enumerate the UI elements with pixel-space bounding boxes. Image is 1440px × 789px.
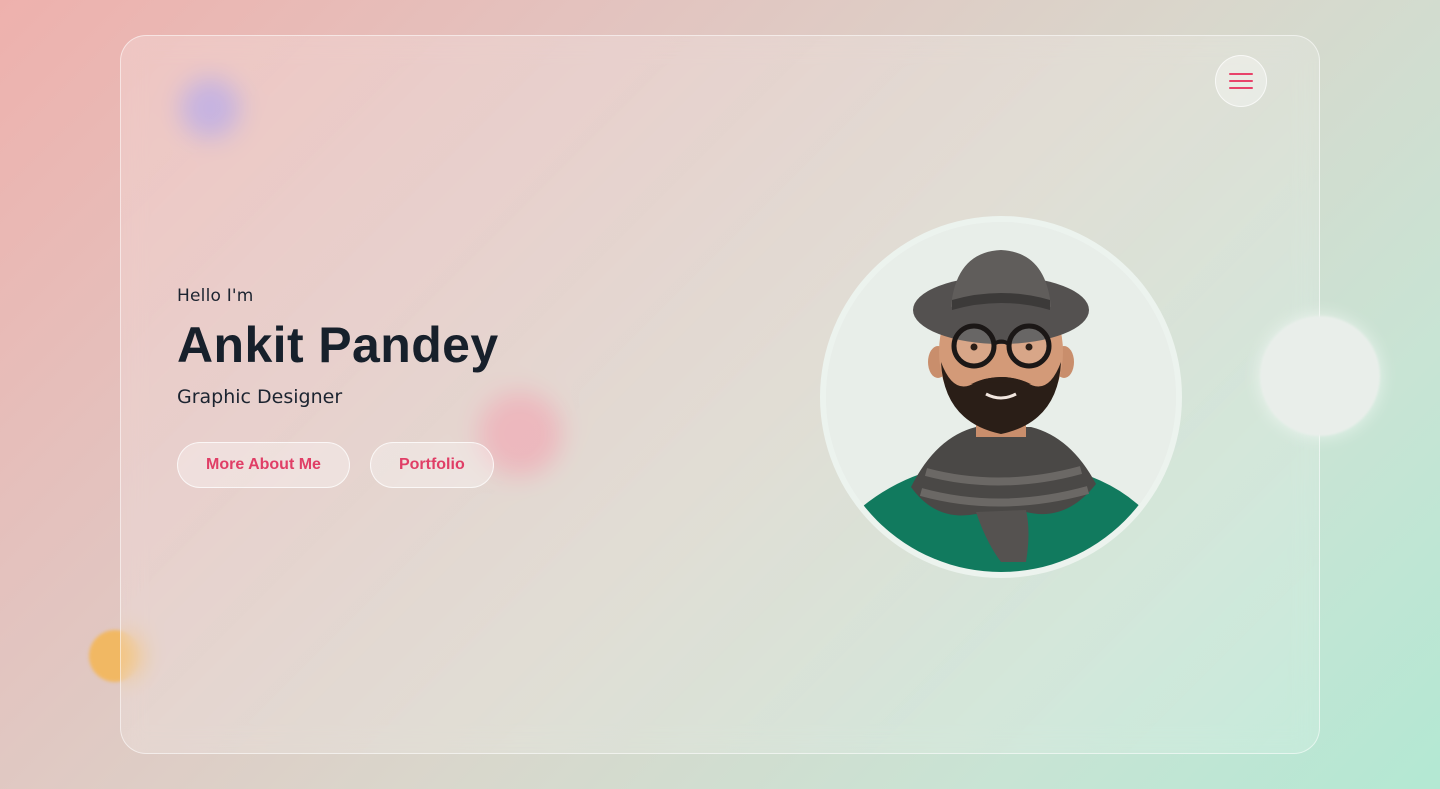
hamburger-menu-icon	[1229, 73, 1253, 75]
decorative-white-blob	[1260, 316, 1380, 436]
more-about-me-button[interactable]: More About Me	[177, 442, 350, 488]
profile-portrait-illustration	[826, 222, 1176, 572]
portfolio-button[interactable]: Portfolio	[369, 442, 494, 488]
person-name: Ankit Pandey	[177, 317, 499, 373]
profile-photo	[820, 216, 1182, 578]
greeting-text: Hello I'm	[177, 286, 254, 306]
hero-intro: Hello I'm Ankit Pandey Graphic Designer …	[177, 286, 499, 488]
hero-buttons: More About Me Portfolio	[177, 442, 499, 488]
glass-card: Hello I'm Ankit Pandey Graphic Designer …	[120, 35, 1320, 754]
job-title: Graphic Designer	[177, 386, 343, 408]
hamburger-menu-button[interactable]	[1215, 55, 1267, 107]
